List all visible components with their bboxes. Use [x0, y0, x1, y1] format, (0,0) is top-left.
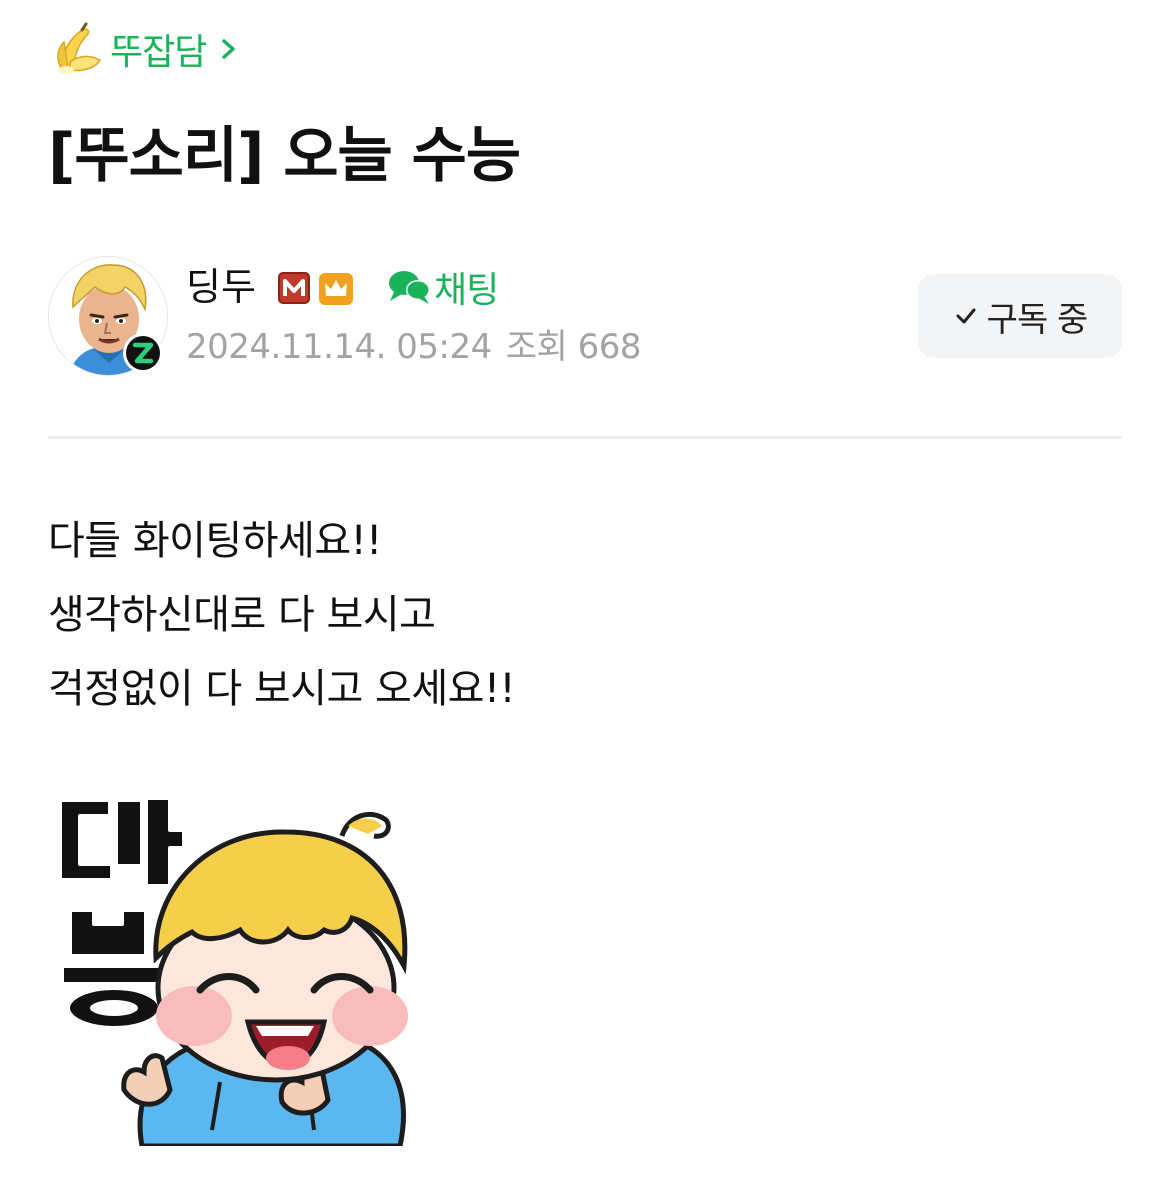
body-line: 생각하신대로 다 보시고 — [48, 592, 436, 638]
chat-link[interactable]: 채팅 — [388, 262, 499, 312]
board-name: 뚜잡담 — [110, 32, 207, 73]
author-name[interactable]: 딩두 — [186, 262, 256, 312]
view-count: 조회 668 — [505, 327, 642, 367]
post-meta: 2024.11.14. 05:24 조회 668 — [186, 324, 655, 370]
divider — [48, 436, 1122, 439]
body-line: 걱정없이 다 보시고 오세요!! — [48, 666, 516, 712]
chat-bubbles-icon — [389, 271, 430, 304]
subscribe-button[interactable]: 구독 중 — [918, 274, 1122, 358]
chat-label: 채팅 — [434, 270, 499, 311]
manager-badge-icon — [278, 272, 310, 304]
chevron-right-icon — [222, 39, 236, 59]
post-title: [뚜소리] 오늘 수능 — [48, 121, 521, 191]
zep-badge-icon — [123, 333, 163, 373]
crown-badge-icon — [319, 273, 353, 305]
banana-icon — [57, 22, 102, 74]
post-date: 2024.11.14. 05:24 — [186, 327, 492, 367]
check-icon — [956, 308, 976, 324]
post-page: 뚜잡담 [뚜소리] 오늘 수능 딩두 채팅 2024.11.14. 05:24 … — [0, 0, 1170, 1179]
board-link[interactable]: 뚜잡담 — [52, 22, 240, 76]
subscribe-label: 구독 중 — [986, 299, 1089, 340]
thumbs-up-sticker[interactable] — [52, 790, 472, 1146]
post-body: 다들 화이팅하세요!! 생각하신대로 다 보시고 걱정없이 다 보시고 오세요!… — [48, 504, 516, 726]
body-line: 다들 화이팅하세요!! — [48, 518, 382, 564]
